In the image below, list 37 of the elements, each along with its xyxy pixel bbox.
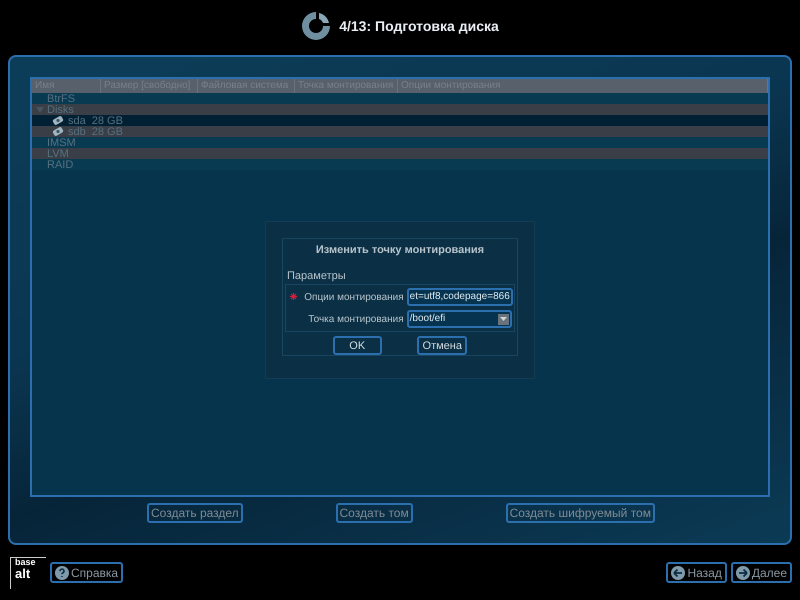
action-button[interactable]: Создать раздел [147, 503, 243, 523]
tree-label: RAID [47, 158, 74, 170]
tree-label: Disks [47, 104, 74, 116]
tree-row[interactable]: sda 28 GB [32, 115, 768, 126]
tree-row[interactable]: RAID [32, 159, 768, 170]
ring-logo-icon [301, 11, 332, 41]
action-button[interactable]: Создать том [336, 503, 413, 523]
disk-name: sda [68, 114, 86, 126]
help-button[interactable]: Справка [50, 562, 124, 583]
tree-row[interactable]: LVM [32, 148, 768, 159]
right-arrow-icon [736, 566, 750, 580]
tree-label: BtrFS [47, 92, 76, 104]
dialog-button[interactable]: Отмена [417, 336, 468, 355]
mount-options-field[interactable]: et=utf8,codepage=866 [406, 288, 513, 306]
tree-label: LVM [47, 148, 69, 160]
left-arrow-icon [671, 566, 686, 580]
group-label: Параметры [287, 270, 347, 282]
logo-text: alt [15, 566, 30, 580]
disk-name: sdb [68, 126, 86, 138]
dialog-title: Изменить точку монтирования [314, 244, 486, 256]
tree-row[interactable]: IMSM [32, 137, 768, 148]
tree-row[interactable]: Disks [32, 104, 768, 115]
field-label: Точка монтирования [307, 314, 404, 324]
tree-row[interactable]: BtrFS [32, 93, 768, 104]
disk-size: 28 GB [92, 126, 123, 138]
dialog-button[interactable]: OK [332, 336, 382, 355]
next-button[interactable]: Далее [730, 562, 792, 583]
tree-label: IMSM [47, 136, 76, 148]
step-title: 4/13: Подготовка диска [339, 18, 499, 34]
field-label: Опции монтирования [303, 292, 404, 302]
action-button[interactable]: Создать шифруемый том [506, 503, 655, 523]
disk-size: 28 GB [92, 114, 123, 126]
logo-text: base [15, 558, 36, 566]
mount-point-combo[interactable]: /boot/efi [406, 310, 512, 328]
help-icon [55, 566, 69, 580]
back-button[interactable]: Назад [666, 562, 727, 583]
tree-row[interactable]: sdb 28 GB [32, 126, 768, 137]
